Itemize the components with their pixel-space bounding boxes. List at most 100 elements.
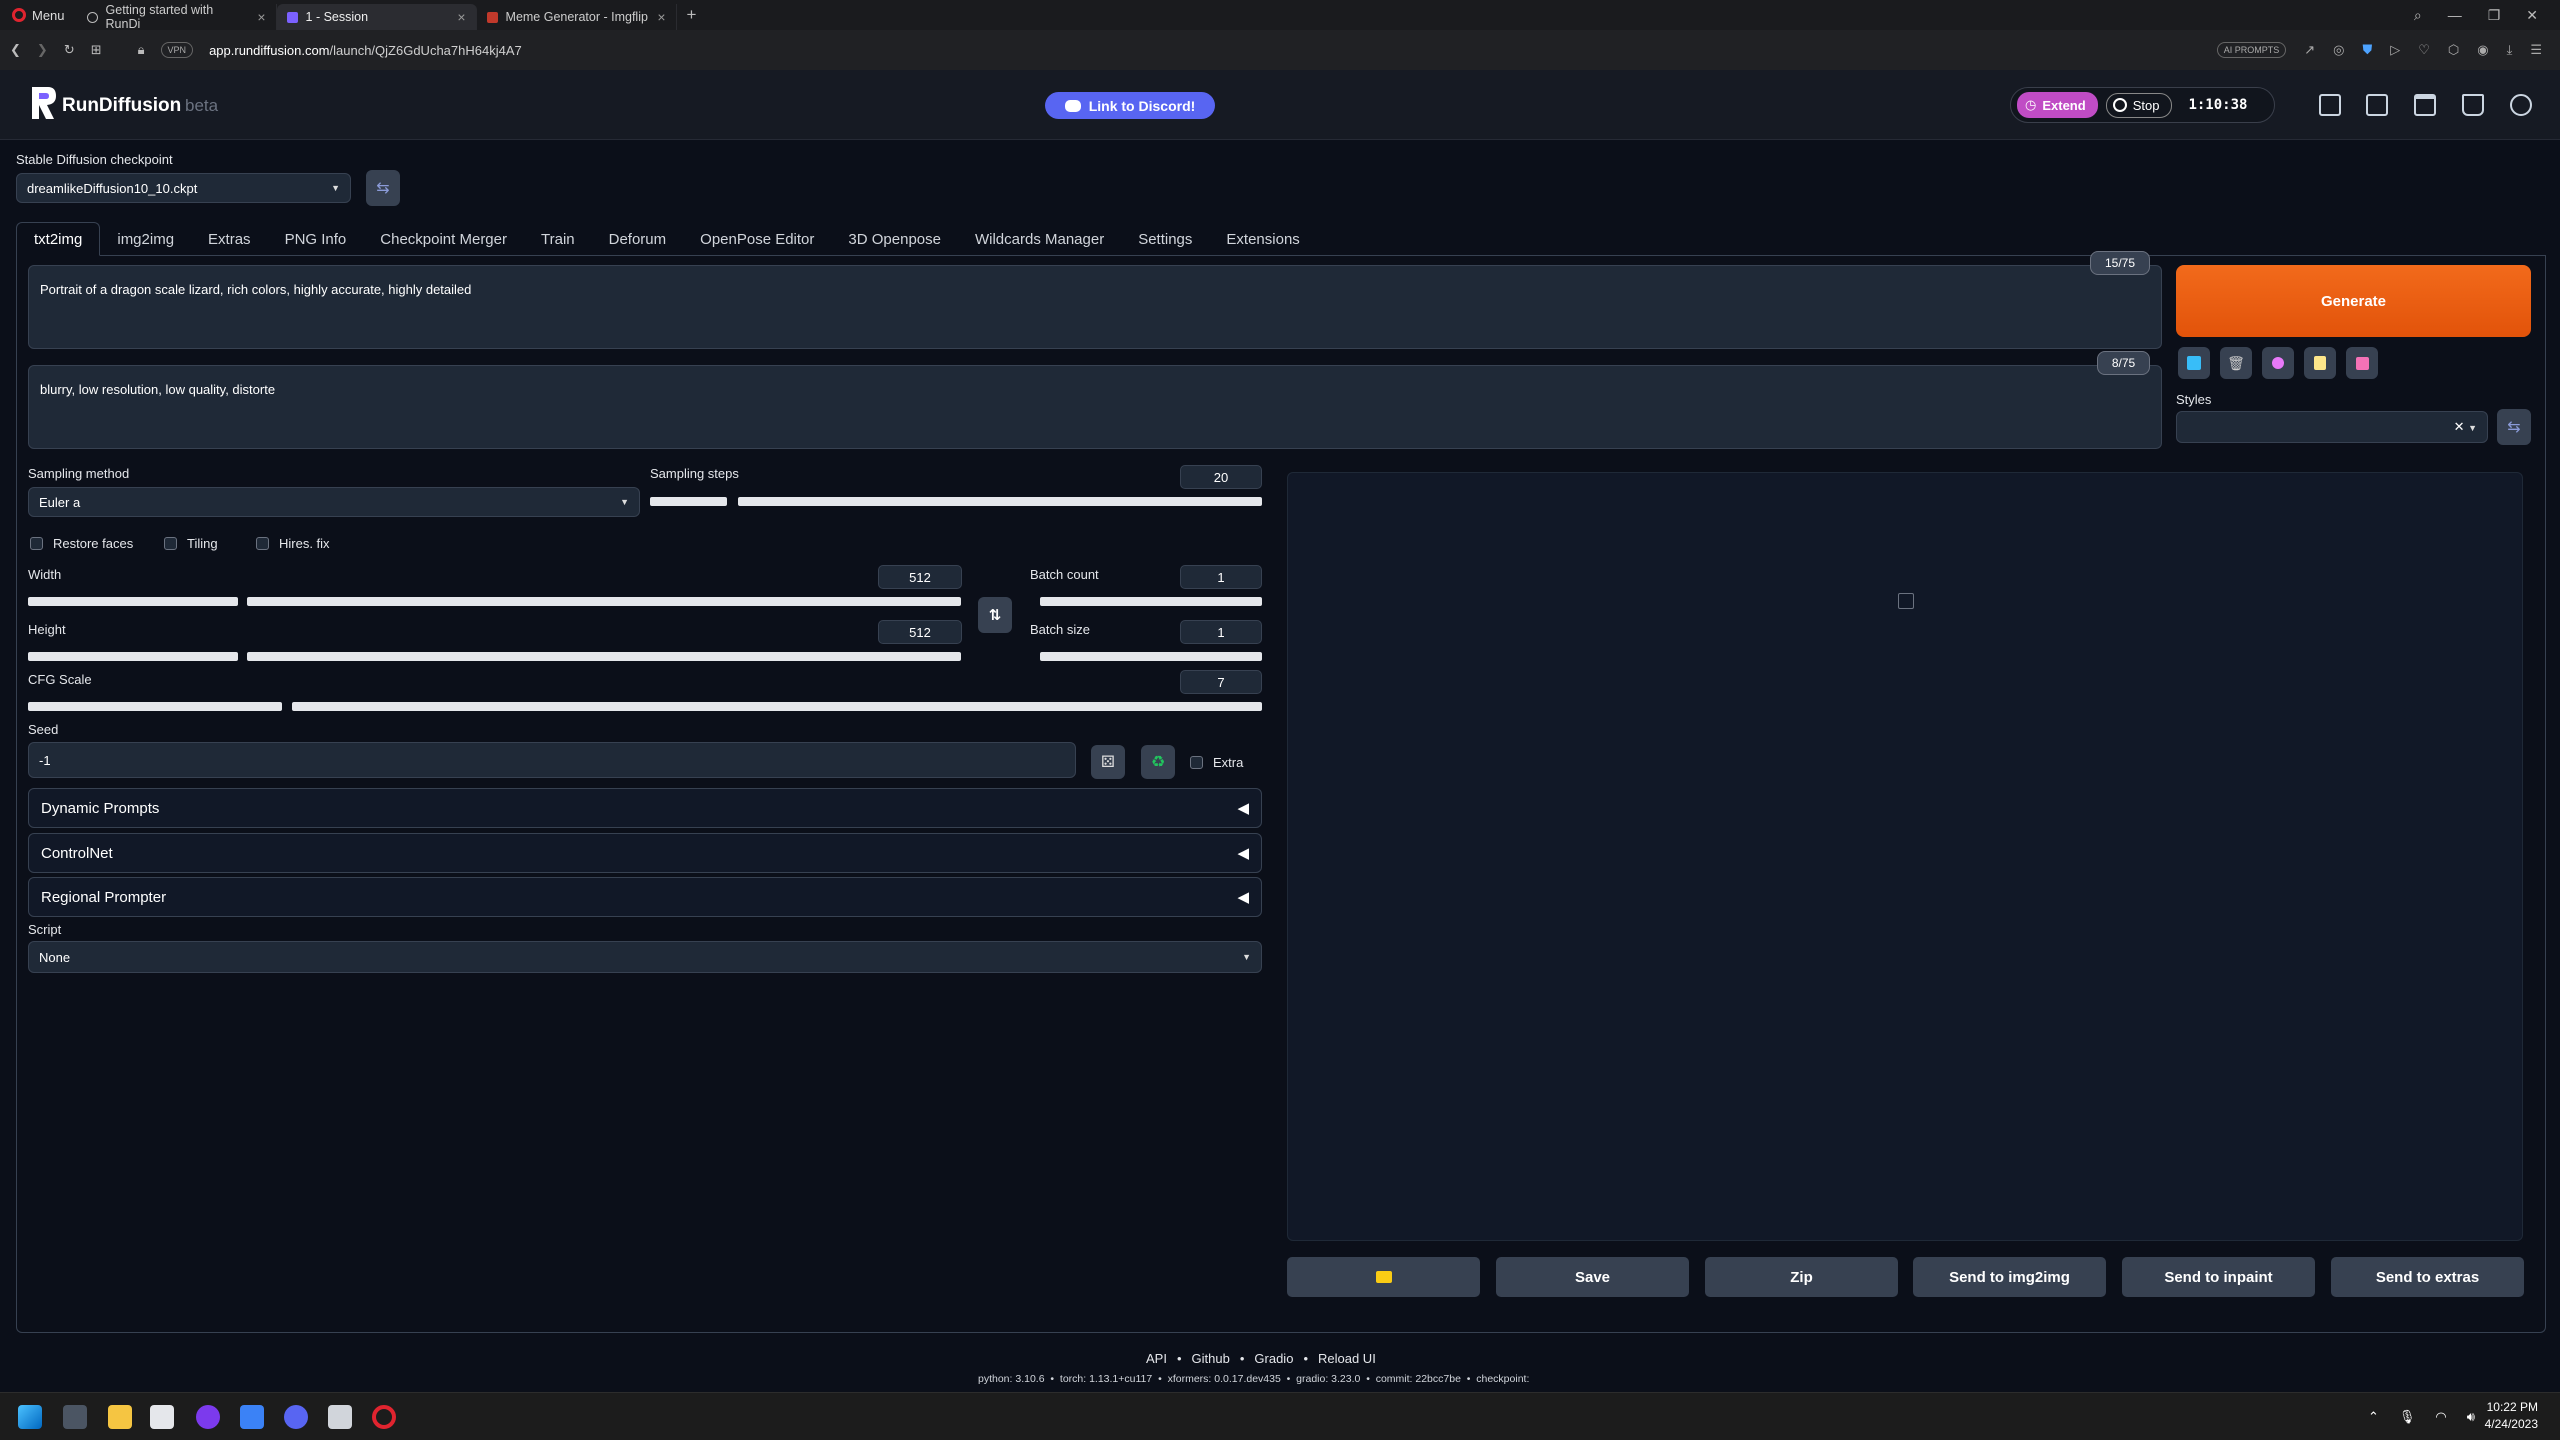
save-button[interactable]: Save bbox=[1496, 1257, 1689, 1297]
random-seed-button[interactable]: ⚄ bbox=[1091, 745, 1125, 779]
api-link[interactable]: API bbox=[1146, 1351, 1167, 1366]
file-explorer-icon[interactable] bbox=[108, 1405, 132, 1429]
clear-styles-icon[interactable]: ✕ ▼ bbox=[2454, 419, 2477, 435]
sampling-steps-slider-fill[interactable] bbox=[650, 497, 727, 506]
cfg-scale-slider-fill[interactable] bbox=[28, 702, 282, 711]
account-icon[interactable] bbox=[2510, 94, 2532, 116]
width-slider-track[interactable] bbox=[247, 597, 961, 606]
forward-icon[interactable]: ❯ bbox=[37, 42, 48, 58]
share-icon[interactable]: ↗ bbox=[2304, 42, 2315, 58]
open-folder-button[interactable] bbox=[1287, 1257, 1480, 1297]
stop-button[interactable]: Stop bbox=[2105, 92, 2173, 118]
save-style-button[interactable] bbox=[2346, 347, 2378, 379]
url-field[interactable]: app.rundiffusion.com/launch/QjZ6GdUcha7h… bbox=[209, 43, 522, 58]
hires-fix-checkbox[interactable]: Hires. fix bbox=[256, 536, 330, 551]
batch-count-slider[interactable] bbox=[1040, 597, 1262, 606]
close-window-icon[interactable]: ✕ bbox=[2526, 7, 2538, 24]
clock[interactable]: 10:22 PM 4/24/2023 bbox=[2470, 1400, 2538, 1431]
task-view-icon[interactable] bbox=[63, 1405, 87, 1429]
download-icon[interactable]: ⤓ bbox=[2507, 42, 2513, 58]
positive-prompt-input[interactable]: Portrait of a dragon scale lizard, rich … bbox=[28, 265, 2162, 349]
microphone-icon[interactable]: 🎙︎ bbox=[2399, 1409, 2416, 1425]
back-icon[interactable]: ❮ bbox=[10, 42, 21, 58]
speed-dial-icon[interactable]: ⊞ bbox=[91, 42, 102, 58]
browser-tab-session[interactable]: 1 - Session × bbox=[276, 4, 477, 30]
sampling-steps-input[interactable]: 20 bbox=[1180, 465, 1262, 489]
tab-extras[interactable]: Extras bbox=[191, 222, 268, 256]
sampling-method-dropdown[interactable]: Euler a ▼ bbox=[28, 487, 640, 517]
tab-extensions[interactable]: Extensions bbox=[1209, 222, 1316, 256]
tab-openpose-editor[interactable]: OpenPose Editor bbox=[683, 222, 831, 256]
camera-icon[interactable]: ◎ bbox=[2333, 42, 2344, 58]
tab-deforum[interactable]: Deforum bbox=[592, 222, 684, 256]
profile-icon[interactable]: ◉ bbox=[2477, 42, 2488, 58]
regional-prompter-accordion[interactable]: Regional Prompter ◀ bbox=[28, 877, 1262, 917]
cube-icon[interactable]: ⬡ bbox=[2448, 42, 2459, 58]
vpn-badge[interactable]: VPN bbox=[160, 42, 194, 58]
store-icon[interactable] bbox=[240, 1405, 264, 1429]
tab-png-info[interactable]: PNG Info bbox=[268, 222, 364, 256]
shield-icon[interactable]: ⛊ bbox=[2362, 42, 2372, 58]
gallery-icon[interactable] bbox=[2319, 94, 2341, 116]
script-dropdown[interactable]: None ▼ bbox=[28, 941, 1262, 973]
discord-taskbar-icon[interactable] bbox=[284, 1405, 308, 1429]
height-slider-fill[interactable] bbox=[28, 652, 238, 661]
tab-img2img[interactable]: img2img bbox=[100, 222, 191, 256]
batch-count-input[interactable]: 1 bbox=[1180, 565, 1262, 589]
github-link[interactable]: Github bbox=[1192, 1351, 1230, 1366]
new-tab-button[interactable]: + bbox=[677, 5, 707, 25]
browser-tab-getting-started[interactable]: Getting started with RunDi × bbox=[77, 3, 277, 31]
easy-setup-icon[interactable]: ☰ bbox=[2530, 42, 2542, 58]
play-icon[interactable]: ▷ bbox=[2390, 42, 2400, 58]
batch-size-slider[interactable] bbox=[1040, 652, 1262, 661]
extend-button[interactable]: ◷ Extend bbox=[2017, 92, 2098, 118]
browser-tab-meme-generator[interactable]: Meme Generator - Imgflip × bbox=[477, 4, 677, 30]
close-tab-icon[interactable]: × bbox=[257, 9, 265, 25]
show-extra-networks-button[interactable] bbox=[2178, 347, 2210, 379]
tab-train[interactable]: Train bbox=[524, 222, 592, 256]
wifi-icon[interactable]: ◠ bbox=[2435, 1409, 2446, 1425]
heart-icon[interactable]: ♡ bbox=[2418, 42, 2430, 58]
app-icon[interactable] bbox=[196, 1405, 220, 1429]
checkpoint-dropdown[interactable]: dreamlikeDiffusion10_10.ckpt ▼ bbox=[16, 173, 351, 203]
refresh-checkpoint-button[interactable]: ⇆ bbox=[366, 170, 400, 206]
clear-prompt-button[interactable]: 🗑︎ bbox=[2220, 347, 2252, 379]
tab-3d-openpose[interactable]: 3D Openpose bbox=[831, 222, 958, 256]
send-to-img2img-button[interactable]: Send to img2img bbox=[1913, 1257, 2106, 1297]
opera-taskbar-icon[interactable] bbox=[372, 1405, 396, 1429]
controlnet-accordion[interactable]: ControlNet ◀ bbox=[28, 833, 1262, 873]
generate-button[interactable]: Generate bbox=[2176, 265, 2531, 337]
ai-prompts-badge[interactable]: AI PROMPTS bbox=[2216, 42, 2287, 58]
dynamic-prompts-accordion[interactable]: Dynamic Prompts ◀ bbox=[28, 788, 1262, 828]
zip-button[interactable]: Zip bbox=[1705, 1257, 1898, 1297]
height-input[interactable]: 512 bbox=[878, 620, 962, 644]
search-tabs-icon[interactable]: ⌕ bbox=[2414, 7, 2422, 24]
reuse-seed-button[interactable]: ♻ bbox=[1141, 745, 1175, 779]
close-tab-icon[interactable]: × bbox=[457, 9, 465, 25]
restore-icon[interactable]: ❐ bbox=[2488, 7, 2501, 24]
extra-networks-button[interactable] bbox=[2262, 347, 2294, 379]
opera-menu-button[interactable]: Menu bbox=[0, 0, 77, 30]
link-discord-button[interactable]: Link to Discord! bbox=[1045, 92, 1215, 119]
external-link-icon[interactable] bbox=[2366, 94, 2388, 116]
extra-seed-checkbox[interactable]: Extra bbox=[1190, 755, 1243, 770]
tab-wildcards-manager[interactable]: Wildcards Manager bbox=[958, 222, 1121, 256]
tab-settings[interactable]: Settings bbox=[1121, 222, 1209, 256]
reload-icon[interactable]: ↻ bbox=[64, 42, 75, 58]
cfg-scale-slider-track[interactable] bbox=[292, 702, 1262, 711]
styles-dropdown[interactable]: ✕ ▼ bbox=[2176, 411, 2488, 443]
tab-txt2img[interactable]: txt2img bbox=[16, 222, 101, 256]
cfg-scale-input[interactable]: 7 bbox=[1180, 670, 1262, 694]
restore-faces-checkbox[interactable]: Restore faces bbox=[30, 536, 133, 551]
refresh-styles-button[interactable]: ⇆ bbox=[2497, 409, 2531, 445]
swap-dimensions-button[interactable]: ⇅ bbox=[978, 597, 1012, 633]
negative-prompt-input[interactable]: blurry, low resolution, low quality, dis… bbox=[28, 365, 2162, 449]
batch-size-input[interactable]: 1 bbox=[1180, 620, 1262, 644]
seed-input[interactable]: -1 bbox=[28, 742, 1076, 778]
width-slider-fill[interactable] bbox=[28, 597, 238, 606]
reload-ui-link[interactable]: Reload UI bbox=[1318, 1351, 1376, 1366]
app-icon[interactable] bbox=[328, 1405, 352, 1429]
windows-start-icon[interactable] bbox=[18, 1405, 42, 1429]
height-slider-track[interactable] bbox=[247, 652, 961, 661]
width-input[interactable]: 512 bbox=[878, 565, 962, 589]
